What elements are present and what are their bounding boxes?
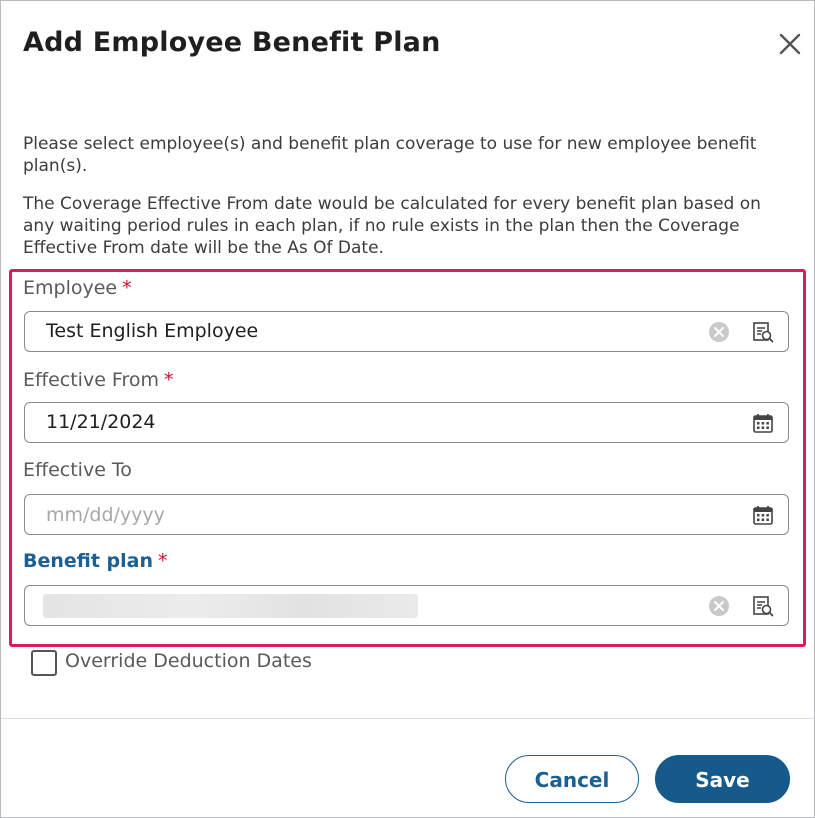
employee-value: Test English Employee [46, 320, 259, 342]
close-icon[interactable] [777, 31, 803, 57]
redacted-value [43, 594, 418, 618]
effective-from-label-text: Effective From [23, 369, 160, 391]
intro-text-coverage: The Coverage Effective From date would b… [23, 194, 761, 258]
effective-from-value: 11/21/2024 [46, 411, 156, 433]
effective-to-placeholder: mm/dd/yyyy [46, 504, 165, 526]
effective-from-field[interactable]: 11/21/2024 [24, 402, 789, 443]
benefit-plan-label-text: Benefit plan [23, 550, 154, 572]
clear-icon[interactable] [707, 320, 731, 344]
override-deduction-dates-checkbox[interactable] [31, 650, 57, 676]
footer-divider [1, 718, 814, 719]
add-benefit-plan-dialog: Add Employee Benefit Plan Please select … [0, 0, 815, 818]
effective-to-label: Effective To [23, 459, 132, 481]
intro-text-selection: Please select employee(s) and benefit pl… [23, 134, 757, 176]
employee-field[interactable]: Test English Employee [24, 311, 789, 352]
effective-from-label: Effective From * [23, 369, 174, 391]
override-deduction-dates-label[interactable]: Override Deduction Dates [65, 650, 312, 672]
save-button[interactable]: Save [655, 755, 790, 803]
lookup-icon[interactable] [751, 594, 775, 618]
lookup-icon[interactable] [751, 320, 775, 344]
calendar-icon[interactable] [751, 411, 775, 435]
employee-label-text: Employee [23, 277, 118, 299]
effective-to-field[interactable]: mm/dd/yyyy [24, 494, 789, 535]
calendar-icon[interactable] [751, 503, 775, 527]
required-marker: * [164, 369, 174, 391]
clear-icon[interactable] [707, 594, 731, 618]
required-marker: * [158, 550, 168, 572]
required-marker: * [122, 277, 132, 299]
benefit-plan-label: Benefit plan * [23, 550, 168, 572]
employee-label: Employee * [23, 277, 132, 299]
cancel-button[interactable]: Cancel [505, 755, 639, 803]
dialog-title: Add Employee Benefit Plan [23, 27, 441, 58]
benefit-plan-field[interactable] [24, 585, 789, 626]
